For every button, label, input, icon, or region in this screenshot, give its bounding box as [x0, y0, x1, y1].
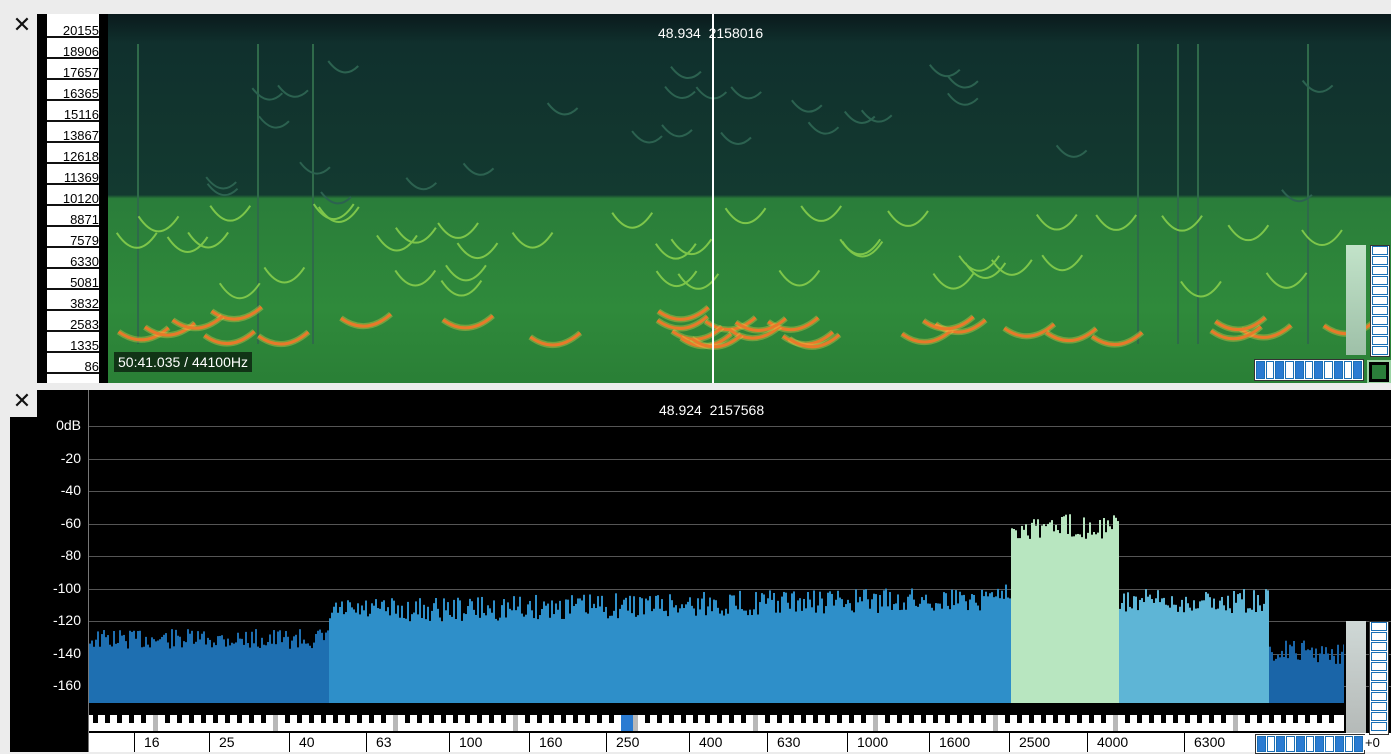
octave-ticks: [89, 715, 1344, 731]
position-readout: 50:41.035 / 44100Hz: [114, 352, 252, 372]
frequency-axis: 16 25 40 63 100 160 250 400 630 1000 1600 2500 4000 6…: [89, 733, 1391, 752]
freq-scale-label: 11369: [47, 165, 99, 185]
freq-scale-label: 6330: [47, 249, 99, 269]
frequency-label: 630: [777, 734, 801, 750]
freq-scale-label: 8871: [47, 207, 99, 227]
frequency-label: 40: [299, 734, 315, 750]
spectrogram-cursor-readout: 48.934 2158016: [658, 25, 764, 41]
db-label: -140: [52, 644, 81, 661]
frequency-label: 400: [699, 734, 723, 750]
db-label: -160: [52, 677, 81, 693]
spectrum-zoom-control[interactable]: [1369, 621, 1389, 735]
freq-scale-label: 1335: [47, 333, 99, 353]
gain-label: +0: [1364, 735, 1381, 750]
frequency-scale: 20155 18906 17657 16365 15116 13867 12618 11369…: [37, 14, 107, 383]
spectrum-horizontal-zoom[interactable]: [1255, 734, 1365, 754]
frequency-label: 4000: [1097, 734, 1129, 750]
db-label: -40: [60, 482, 81, 498]
freq-scale-label: 17657: [47, 60, 99, 80]
freq-scale-label: 20155: [47, 18, 99, 38]
spectrum-plot: [89, 514, 1344, 703]
db-label: 0dB: [56, 417, 81, 433]
frequency-label: 250: [616, 734, 640, 750]
freq-scale-label: 10120: [47, 186, 99, 206]
close-spectrum-button[interactable]: ✕: [10, 390, 34, 414]
frequency-label: 16: [144, 734, 160, 750]
freq-scale-label: 12618: [47, 144, 99, 164]
freq-scale-label: 2583: [47, 312, 99, 332]
close-spectrogram-button[interactable]: ✕: [10, 14, 34, 38]
spectrogram-horizontal-zoom[interactable]: [1254, 359, 1364, 381]
spectrogram-color-toggle[interactable]: [1367, 360, 1391, 383]
frequency-label: 2500: [1019, 734, 1051, 750]
spectrum-panel[interactable]: 48.924 2157568 0dB -20 -40 -60 -80 -100 -120 -1…: [37, 390, 1391, 754]
db-label: -100: [52, 579, 81, 596]
frequency-label: 63: [376, 734, 392, 750]
freq-scale-label: 5081: [47, 270, 99, 290]
spectrogram-zoom-control[interactable]: [1370, 245, 1390, 357]
spectrogram-canvas[interactable]: 48.934 2158016 50:41.035 / 44100Hz: [108, 14, 1391, 383]
close-icon: ✕: [12, 13, 32, 38]
spectrogram-panel[interactable]: 20155 18906 17657 16365 15116 13867 12618 11369…: [37, 14, 1391, 383]
db-label: -60: [60, 514, 81, 531]
freq-scale-label: 18906: [47, 39, 99, 59]
frequency-label: 1000: [857, 734, 889, 750]
freq-scale-label: 13867: [47, 123, 99, 143]
freq-scale-label: 15116: [47, 102, 99, 122]
frequency-label: 25: [219, 734, 235, 750]
close-icon: ✕: [12, 389, 32, 414]
db-label: -120: [52, 612, 81, 628]
db-label: -20: [60, 449, 81, 466]
frequency-label: 160: [539, 734, 563, 750]
freq-scale-label: 86: [47, 354, 99, 374]
frequency-label: 100: [459, 734, 483, 750]
frequency-label: 6300: [1194, 734, 1226, 750]
db-label: -80: [60, 547, 81, 563]
spectrogram-vertical-slider[interactable]: [1346, 245, 1366, 355]
playhead-cursor[interactable]: [712, 14, 714, 383]
spectrum-vertical-slider[interactable]: [1346, 621, 1366, 733]
freq-scale-label: 16365: [47, 81, 99, 101]
spectrogram-image: [108, 14, 1391, 383]
freq-scale-label: 7579: [47, 228, 99, 248]
frequency-label: 1600: [939, 734, 971, 750]
freq-scale-label: 3832: [47, 291, 99, 311]
